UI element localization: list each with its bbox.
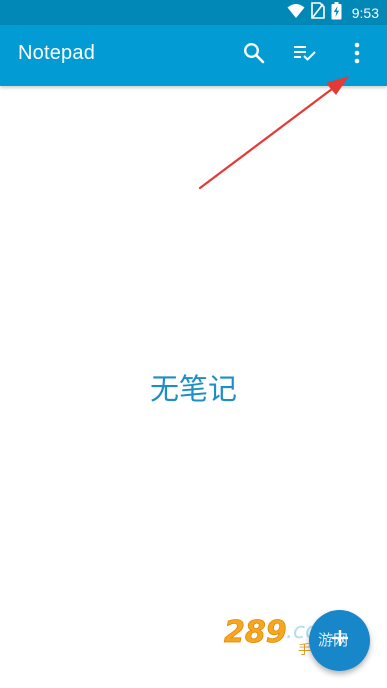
red-arrow-annotation [198,76,349,190]
svg-text:289: 289 [224,615,287,650]
select-list-icon [293,43,317,68]
app-bar: Notepad [0,25,387,86]
no-sim-icon [310,2,325,24]
search-button[interactable] [239,40,269,70]
app-title: Notepad [18,42,96,64]
notepad-screen: 9:53 Notepad 无笔记 289 手 游网 [0,0,387,688]
battery-charging-icon [331,1,342,25]
select-list-button[interactable] [290,40,320,70]
empty-notes-message: 无笔记 [149,372,237,406]
status-time: 9:53 [351,5,379,21]
wifi-icon [287,3,305,24]
status-bar: 9:53 [0,0,387,25]
add-note-fab[interactable] [309,610,370,671]
add-icon [330,628,350,653]
more-vert-icon [353,42,361,69]
more-options-button[interactable] [342,40,372,70]
search-icon [243,42,265,69]
status-icons: 9:53 [287,1,379,25]
